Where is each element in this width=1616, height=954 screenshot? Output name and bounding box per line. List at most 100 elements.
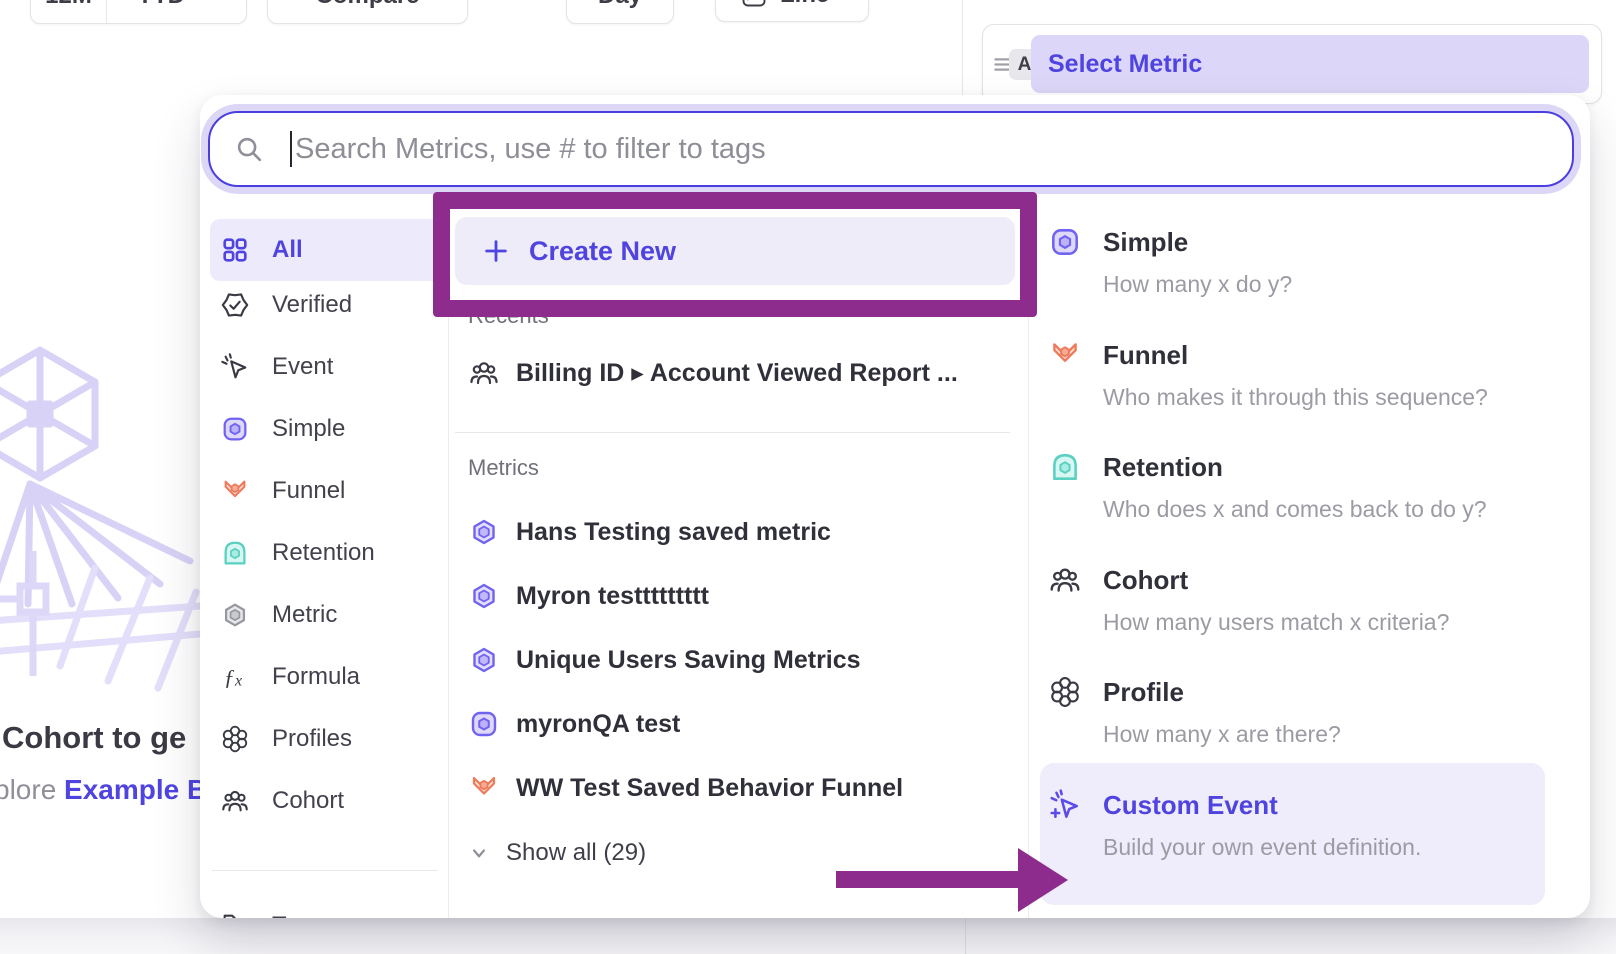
- metric-purple-icon: [468, 516, 500, 548]
- sidebar-item-label: Event: [272, 353, 333, 381]
- subtext-fragment: xplore: [0, 774, 56, 805]
- saved-metric-myron-testtttttttt[interactable]: Myron testtttttttt: [468, 565, 709, 627]
- svg-text:x: x: [234, 672, 242, 689]
- panel-divider: [962, 0, 963, 96]
- saved-metric-unique-users-saving-metrics[interactable]: Unique Users Saving Metrics: [468, 629, 861, 691]
- date-range-segmented-control: 12M YTD: [30, 0, 247, 24]
- sidebar-item-retention[interactable]: Retention: [210, 522, 442, 584]
- sidebar-item-label: Tags: [272, 912, 323, 918]
- metric-type-title: Profile: [1103, 677, 1184, 708]
- metric-type-title: Custom Event: [1103, 790, 1278, 821]
- sidebar-item-event[interactable]: Event: [210, 336, 442, 398]
- cohort-icon: [468, 357, 500, 389]
- profiles-icon: [220, 724, 250, 754]
- sidebar-item-label: Verified: [272, 291, 352, 319]
- line-button-label: Line: [780, 0, 829, 9]
- saved-metric-ww-test-saved-behavior-funnel[interactable]: WW Test Saved Behavior Funnel: [468, 757, 903, 819]
- metric-purple-icon: [468, 580, 500, 612]
- range-ytd-button[interactable]: YTD: [107, 0, 246, 23]
- metric-type-description: How many x do y?: [1103, 271, 1292, 298]
- create-new-button[interactable]: Create New: [455, 217, 1015, 285]
- metric-query-row: A Select Metric: [982, 24, 1602, 104]
- metric-type-title: Retention: [1103, 452, 1223, 483]
- metric-type-retention[interactable]: Retention Who does x and comes back to do…: [1048, 444, 1568, 544]
- range-ytd-label: YTD: [137, 0, 185, 10]
- retention-icon: [1048, 450, 1082, 484]
- select-metric-chip[interactable]: Select Metric: [1031, 35, 1589, 93]
- example-link[interactable]: Example: [64, 774, 179, 805]
- simple-icon: [1048, 225, 1082, 259]
- metric-type-profile[interactable]: Profile How many x are there?: [1048, 669, 1568, 769]
- column-divider: [448, 195, 449, 918]
- sidebar-item-metric[interactable]: Metric: [210, 584, 442, 646]
- saved-metric-myronqa-test[interactable]: myronQA test: [468, 693, 680, 755]
- metric-type-title: Cohort: [1103, 565, 1188, 596]
- profiles-icon: [1048, 675, 1082, 709]
- saved-metric-hans-testing-saved-metric[interactable]: Hans Testing saved metric: [468, 501, 831, 563]
- saved-metric-label: WW Test Saved Behavior Funnel: [516, 774, 903, 803]
- metric-purple-icon: [468, 644, 500, 676]
- recent-item[interactable]: Billing ID ▸ Account Viewed Report ...: [468, 342, 958, 404]
- metric-type-description: Who does x and comes back to do y?: [1103, 496, 1487, 523]
- metric-type-description: Who makes it through this sequence?: [1103, 384, 1488, 411]
- wireframe-illustration: [0, 336, 200, 946]
- panel-divider-lower: [965, 918, 966, 954]
- chevron-down-icon: [466, 840, 492, 866]
- metric-type-title: Simple: [1103, 227, 1188, 258]
- sidebar-item-cohort[interactable]: Cohort: [210, 770, 442, 832]
- metrics-heading: Metrics: [468, 455, 539, 481]
- funnel-icon: [220, 476, 250, 506]
- sidebar-item-label: All: [272, 236, 303, 264]
- cohort-icon: [220, 786, 250, 816]
- saved-metric-label: Hans Testing saved metric: [516, 518, 831, 547]
- chevron-down-icon: [194, 0, 216, 7]
- sidebar-item-simple[interactable]: Simple: [210, 398, 442, 460]
- simple-icon: [468, 708, 500, 740]
- saved-metric-label: Unique Users Saving Metrics: [516, 646, 861, 675]
- saved-metric-label: myronQA test: [516, 710, 680, 739]
- search-icon: [234, 134, 264, 164]
- sidebar-item-label: Funnel: [272, 477, 345, 505]
- metric-type-title: Funnel: [1103, 340, 1188, 371]
- sidebar-item-all[interactable]: All: [210, 219, 442, 281]
- metric-type-custom-event[interactable]: Custom EventBuild your own event definit…: [1048, 782, 1568, 882]
- compare-button[interactable]: Compare: [267, 0, 468, 24]
- sidebar-item-formula[interactable]: ƒx Formula: [210, 646, 442, 708]
- event-cursor-icon: [220, 352, 250, 382]
- sidebar-item-profiles[interactable]: Profiles: [210, 708, 442, 770]
- search-input[interactable]: Search Metrics, use # to filter to tags: [208, 111, 1574, 187]
- sidebar-item-label: Metric: [272, 601, 337, 629]
- sidebar-item-verified[interactable]: Verified: [210, 274, 442, 336]
- create-new-label: Create New: [529, 236, 676, 267]
- sidebar-divider: [212, 870, 438, 871]
- show-all-button[interactable]: Show all (29): [466, 822, 646, 884]
- recent-item-label: Billing ID ▸ Account Viewed Report ...: [516, 358, 958, 388]
- sidebar-item-tags[interactable]: Tags: [210, 895, 442, 918]
- sidebar-item-funnel[interactable]: Funnel: [210, 460, 442, 522]
- sidebar-item-label: Formula: [272, 663, 360, 691]
- plus-icon: [481, 236, 511, 266]
- column-divider: [1028, 195, 1029, 918]
- metric-type-cohort[interactable]: CohortHow many users match x criteria?: [1048, 557, 1568, 657]
- custom-event-icon: [1048, 788, 1082, 822]
- metric-type-simple[interactable]: Simple How many x do y?: [1048, 219, 1568, 319]
- chart-type-line-button[interactable]: Line: [715, 0, 869, 22]
- formula-icon: ƒx: [220, 662, 250, 692]
- range-12m-button[interactable]: 12M: [31, 0, 107, 23]
- interval-day-button[interactable]: Day: [566, 0, 674, 24]
- verified-icon: [220, 290, 250, 320]
- sidebar-item-label: Profiles: [272, 725, 352, 753]
- show-all-label: Show all (29): [506, 839, 646, 867]
- recents-heading: Recents: [468, 303, 549, 329]
- sidebar-item-label: Cohort: [272, 787, 344, 815]
- sidebar-item-label: Retention: [272, 539, 375, 567]
- empty-state-subtext: xplore Example B: [0, 774, 207, 806]
- search-placeholder: Search Metrics, use # to filter to tags: [295, 133, 766, 166]
- metric-type-funnel[interactable]: Funnel Who makes it through this sequence…: [1048, 332, 1568, 432]
- mixpanel-metric-picker-screen: 12M YTD Compare Day Line A Select Metric: [0, 0, 1616, 954]
- tag-icon: [220, 911, 250, 918]
- funnel-icon: [1048, 338, 1082, 372]
- metric-type-description: How many x are there?: [1103, 721, 1341, 748]
- text-cursor: [290, 131, 292, 167]
- metric-icon: [220, 600, 250, 630]
